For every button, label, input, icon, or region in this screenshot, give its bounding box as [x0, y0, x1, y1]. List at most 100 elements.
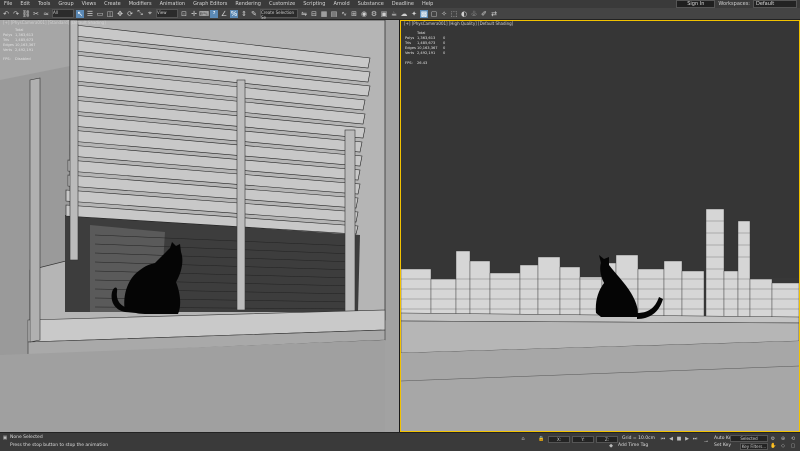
menu-item-scripting[interactable]: Scripting [299, 1, 329, 7]
schematic-view-icon[interactable]: ⊞ [350, 10, 358, 18]
snaps-toggle-icon[interactable]: ³ [210, 9, 218, 18]
percent-snap-icon[interactable]: % [230, 9, 238, 18]
prev-frame-icon[interactable]: ◀ [668, 436, 674, 442]
menu-item-arnold[interactable]: Arnold [329, 1, 353, 7]
menu-item-group[interactable]: Group [54, 1, 77, 7]
render-in-cloud-icon[interactable]: ✧ [440, 10, 448, 18]
main-toolbar: ↶ ↷ ⛓ ✂ ≈ All ↖ ☰ ▭ ◫ ✥ ⟳ ⤡ ⌖ View ⊡ ✛ ⌨… [0, 8, 800, 20]
undo-icon[interactable]: ↶ [2, 10, 10, 18]
x-coord-field[interactable]: X: [548, 436, 570, 443]
deadline-submit-icon[interactable]: ⬚ [450, 10, 458, 18]
render-icon[interactable]: ☕ [390, 10, 398, 18]
reference-coord-dropdown[interactable]: View [156, 9, 178, 18]
menu-item-graph-editors[interactable]: Graph Editors [189, 1, 231, 7]
wand-icon[interactable]: ✐ [480, 10, 488, 18]
spinner-snap-icon[interactable]: ⇕ [240, 10, 248, 18]
layer-explorer-icon[interactable]: ▦ [320, 10, 328, 18]
menu-item-substance[interactable]: Substance [354, 1, 388, 7]
select-manipulate-icon[interactable]: ✛ [190, 10, 198, 18]
add-time-tag-label[interactable]: Add Time Tag [618, 443, 648, 448]
stats-key: Verts [3, 48, 13, 52]
prompt-line: Press the stop button to stop the animat… [10, 443, 109, 448]
go-end-icon[interactable]: ⏭ [692, 436, 698, 442]
menu-item-rendering[interactable]: Rendering [231, 1, 265, 7]
sign-in-button[interactable]: Sign In [676, 0, 716, 8]
zoom-extents-icon[interactable]: ⊕ [780, 436, 786, 442]
scene-converter-icon[interactable]: ⇄ [490, 10, 498, 18]
window-crossing-icon[interactable]: ◫ [106, 10, 114, 18]
render-frame-icon[interactable]: ▣ [380, 10, 388, 18]
active-shade-icon[interactable]: ▩ [420, 9, 428, 18]
scale-icon[interactable]: ⤡ [136, 9, 144, 18]
maxscript-listener-icon[interactable]: ▣ [2, 435, 8, 441]
pin-icon[interactable]: ♧ [470, 10, 478, 18]
menu-item-edit[interactable]: Edit [16, 1, 34, 7]
fps-value: 26.43 [417, 61, 428, 65]
next-frame-icon[interactable]: ▶ [684, 436, 690, 442]
viewport-left[interactable]: [+] [PhysCamera001] [Standard] [Default … [0, 20, 400, 432]
viewport-right[interactable]: [+] [PhysCamera001] [High Quality] [Defa… [400, 20, 800, 432]
rotate-icon[interactable]: ⟳ [126, 10, 134, 18]
menu-item-help[interactable]: Help [418, 1, 437, 7]
redo-icon[interactable]: ↷ [12, 10, 20, 18]
curve-editor-icon[interactable]: ∿ [340, 10, 348, 18]
key-filters-button[interactable]: Key Filters... [740, 443, 768, 450]
render-setup-icon[interactable]: ⚙ [370, 10, 378, 18]
fov-icon[interactable]: ◇ [780, 443, 786, 449]
workspaces-label: Workspaces: [718, 1, 750, 7]
maximize-viewport-icon[interactable]: ▢ [790, 443, 796, 449]
mirror-icon[interactable]: ⇋ [300, 10, 308, 18]
render-region-icon[interactable]: ▢ [430, 10, 438, 18]
z-coord-field[interactable]: Z: [596, 436, 618, 443]
y-coord-field[interactable]: Y: [572, 436, 594, 443]
stats-key: Verts [405, 51, 415, 55]
key-mode-icon[interactable]: ⊸ [703, 439, 709, 445]
fps-label: FPS: [3, 57, 11, 61]
account-area: Sign In Workspaces: Default [676, 0, 800, 8]
orbit-icon[interactable]: ⟲ [790, 436, 796, 442]
material-editor-icon[interactable]: ◉ [360, 10, 368, 18]
viewport-left-label[interactable]: [+] [PhysCamera001] [Standard] [Default … [3, 20, 106, 25]
toggle-ribbon-icon[interactable]: ▤ [330, 10, 338, 18]
menu-item-customize[interactable]: Customize [265, 1, 299, 7]
stats-value: 2,492,191 [15, 48, 34, 52]
pivot-icon[interactable]: ⊡ [180, 10, 188, 18]
workspace-dropdown[interactable]: Default [753, 0, 797, 8]
menu-item-deadline[interactable]: Deadline [388, 1, 418, 7]
select-object-icon[interactable]: ↖ [76, 9, 84, 18]
angle-snap-icon[interactable]: ∠ [220, 10, 228, 18]
unlink-icon[interactable]: ✂ [32, 10, 40, 18]
rect-selection-icon[interactable]: ▭ [96, 10, 104, 18]
menu-item-animation[interactable]: Animation [156, 1, 190, 7]
viewport-right-label[interactable]: [+] [PhysCamera001] [High Quality] [Defa… [404, 21, 513, 26]
menu-item-views[interactable]: Views [78, 1, 100, 7]
edit-named-selection-icon[interactable]: ✎ [250, 10, 258, 18]
menu-item-modifiers[interactable]: Modifiers [125, 1, 156, 7]
move-icon[interactable]: ✥ [116, 10, 124, 18]
time-tag-icon[interactable]: ◆ [608, 443, 614, 449]
set-key-button[interactable]: Set Key [714, 443, 731, 448]
render-production-icon[interactable]: ☁ [400, 10, 408, 18]
pan-icon[interactable]: ✋ [770, 443, 776, 449]
isolate-selection-icon[interactable]: ⌂ [520, 436, 526, 442]
keyboard-shortcut-icon[interactable]: ⌨ [199, 10, 209, 18]
select-by-name-icon[interactable]: ☰ [86, 10, 94, 18]
substance-icon[interactable]: ◐ [460, 10, 468, 18]
named-selection-dropdown[interactable]: Create Selection Se [260, 9, 298, 20]
bind-spacewarp-icon[interactable]: ≈ [42, 10, 50, 18]
place-icon[interactable]: ⌖ [146, 9, 154, 18]
align-icon[interactable]: ⊟ [310, 10, 318, 18]
status-bar: ▣ None Selected Press the stop button to… [0, 432, 800, 451]
menu-item-file[interactable]: File [0, 1, 16, 7]
arnold-render-icon[interactable]: ✦ [410, 10, 418, 18]
stop-icon[interactable]: ■ [676, 436, 682, 442]
menu-item-tools[interactable]: Tools [34, 1, 54, 7]
go-start-icon[interactable]: ⏮ [660, 436, 666, 442]
lock-selection-icon[interactable]: 🔒 [538, 436, 544, 442]
time-config-icon[interactable]: ⚙ [770, 436, 776, 442]
stats-value: 2,492,191 [417, 51, 436, 55]
menu-item-create[interactable]: Create [100, 1, 125, 7]
selected-dropdown[interactable]: Selected [730, 435, 768, 442]
link-icon[interactable]: ⛓ [22, 10, 31, 18]
selection-filter-dropdown[interactable]: All [52, 9, 74, 18]
